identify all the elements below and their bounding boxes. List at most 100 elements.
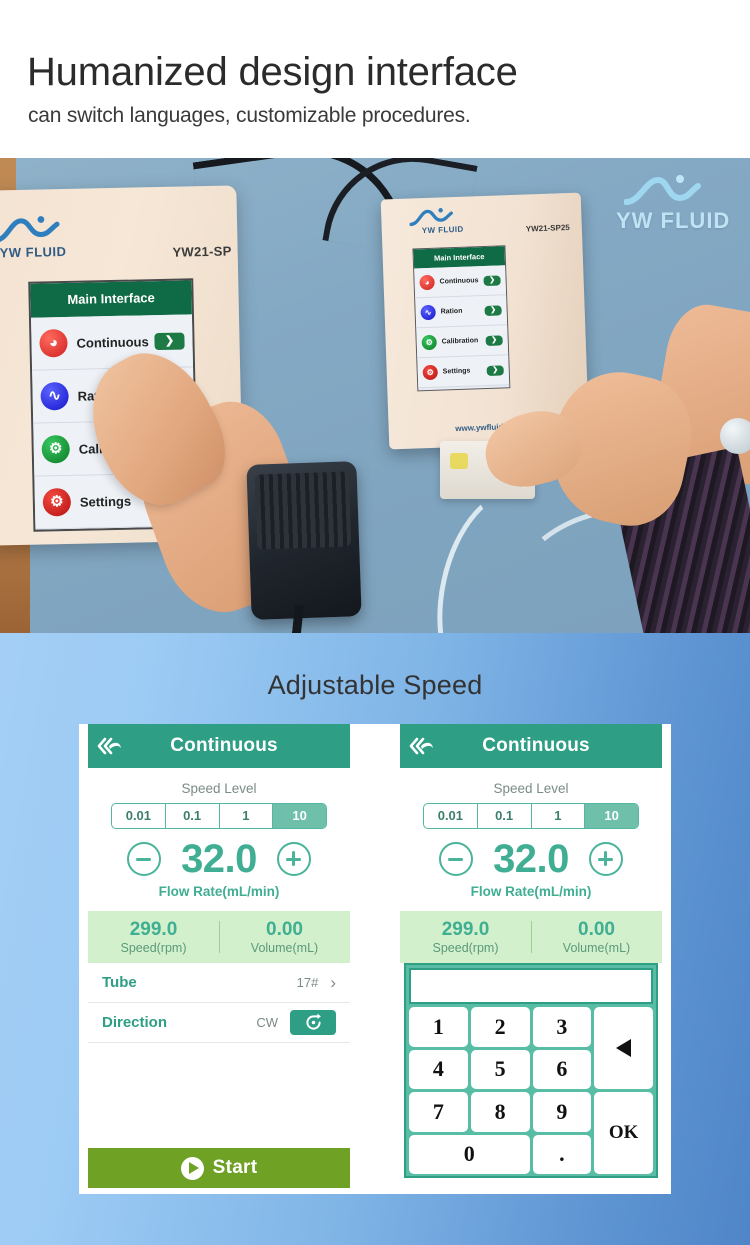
wave-icon: ∿ [40, 381, 69, 411]
numeric-keypad: 1 2 3 4 5 6 7 8 9 OK 0 . [404, 963, 658, 1178]
row-value: 17# [296, 975, 319, 990]
level-option-3[interactable]: 10 [273, 804, 326, 828]
row-direction[interactable]: Direction CW [88, 1003, 350, 1043]
panel-header-right: Continuous [400, 724, 662, 768]
drop-icon: ◕ [39, 328, 68, 358]
back-arrow-glyph [97, 737, 121, 755]
key-0[interactable]: 0 [409, 1134, 530, 1174]
level-option-0[interactable]: 0.01 [424, 804, 478, 828]
key-8[interactable]: 8 [470, 1092, 530, 1132]
key-9[interactable]: 9 [532, 1092, 592, 1132]
row-label: Direction [102, 1014, 168, 1031]
stat-key: Volume(mL) [562, 940, 631, 955]
stat-volume: 0.00 Volume(mL) [219, 919, 350, 955]
backspace-glyph [616, 1039, 632, 1057]
keypad-display[interactable] [409, 968, 653, 1004]
drop-icon: ◕ [419, 274, 435, 291]
knob [720, 418, 750, 454]
decrease-button[interactable] [127, 842, 162, 876]
foot-pedal [246, 461, 362, 620]
menu-item-ration[interactable]: ∿ Ration ❯ [415, 295, 508, 329]
key-2[interactable]: 2 [470, 1007, 530, 1047]
ui-card: Continuous Speed Level 0.01 0.1 1 10 32.… [79, 724, 671, 1194]
device-right-brand: YW FLUID [421, 224, 464, 236]
back-arrow-glyph [409, 737, 433, 755]
stats-bar-right: 299.0 Speed(rpm) 0.00 Volume(mL) [400, 911, 662, 963]
chevron-right-icon[interactable]: ❯ [485, 334, 503, 346]
screen-title-left: Main Interface [30, 280, 192, 318]
key-decimal[interactable]: . [532, 1134, 592, 1174]
menu-item-calibration[interactable]: ⚙ Calibration ❯ [416, 325, 509, 359]
gear-icon: ⚙ [42, 487, 72, 517]
panel-header-left: Continuous [88, 724, 350, 768]
level-option-2[interactable]: 1 [532, 804, 586, 828]
header-section: Humanized design interface can switch la… [0, 0, 750, 158]
decrease-button[interactable] [439, 842, 474, 876]
chevron-right-icon[interactable]: ❯ [154, 331, 185, 350]
device-right-model: YW21-SP25 [525, 222, 570, 234]
speed-level-selector[interactable]: 0.01 0.1 1 10 [111, 803, 327, 829]
panel-title: Continuous [482, 735, 590, 756]
key-5[interactable]: 5 [470, 1049, 530, 1089]
level-option-1[interactable]: 0.1 [166, 804, 220, 828]
flow-rate-value: 32.0 [493, 837, 569, 881]
chevron-right-icon[interactable]: ❯ [483, 274, 501, 286]
row-value: CW [256, 1015, 278, 1030]
level-option-1[interactable]: 0.1 [478, 804, 532, 828]
menu-item-continuous[interactable]: ◕ Continuous ❯ [414, 265, 507, 299]
gear-icon: ⚙ [421, 334, 437, 351]
chevron-right-icon[interactable]: ❯ [486, 364, 504, 376]
page-root: Humanized design interface can switch la… [0, 0, 750, 1245]
chevron-right-icon[interactable]: › [330, 973, 336, 993]
increase-button[interactable] [276, 842, 311, 876]
stat-value: 0.00 [266, 919, 303, 941]
panel-title: Continuous [170, 735, 278, 756]
back-arrow-icon[interactable] [400, 724, 444, 768]
device-right-screen: Main Interface ◕ Continuous ❯ ∿ Ration ❯… [412, 245, 511, 392]
menu-label: Continuous [439, 277, 479, 286]
level-option-0[interactable]: 0.01 [112, 804, 166, 828]
level-option-3[interactable]: 10 [585, 804, 638, 828]
watermark-logo: YW FLUID [612, 170, 742, 242]
brand-wave-icon [0, 216, 60, 243]
chevron-right-icon[interactable]: ❯ [484, 304, 502, 316]
row-tube[interactable]: Tube 17# › [88, 963, 350, 1003]
stat-value: 0.00 [578, 919, 615, 941]
device-right: YW FLUID YW21-SP25 Main Interface ◕ Cont… [380, 192, 590, 450]
rotate-glyph [305, 1013, 321, 1030]
stats-bar-left: 299.0 Speed(rpm) 0.00 Volume(mL) [88, 911, 350, 963]
start-button[interactable]: Start [88, 1148, 350, 1188]
flow-rate-stepper: 32.0 [400, 839, 662, 879]
increase-button[interactable] [588, 842, 623, 876]
flow-rate-value: 32.0 [181, 837, 257, 881]
stat-value: 299.0 [129, 919, 178, 941]
level-option-2[interactable]: 1 [220, 804, 274, 828]
gear-icon: ⚙ [41, 434, 71, 464]
key-1[interactable]: 1 [409, 1007, 468, 1047]
menu-label: Continuous [76, 333, 149, 351]
clockwise-rotate-icon[interactable] [290, 1010, 336, 1035]
key-7[interactable]: 7 [409, 1092, 468, 1132]
watermark-text: YW FLUID [616, 208, 731, 233]
key-ok[interactable]: OK [594, 1092, 653, 1174]
menu-item-settings[interactable]: ⚙ Settings ❯ [417, 355, 510, 389]
page-subtitle: can switch languages, customizable proce… [28, 104, 471, 127]
key-4[interactable]: 4 [409, 1049, 468, 1089]
stat-speed: 299.0 Speed(rpm) [88, 919, 219, 955]
backspace-arrow-icon[interactable] [594, 1007, 653, 1089]
key-3[interactable]: 3 [532, 1007, 592, 1047]
menu-label: Settings [442, 367, 471, 376]
wave-logo-icon [624, 175, 701, 205]
panel-continuous-settings: Continuous Speed Level 0.01 0.1 1 10 32.… [88, 724, 350, 1194]
adjustable-speed-section: Adjustable Speed Continuous Speed Level [0, 633, 750, 1245]
gear-icon: ⚙ [422, 364, 439, 381]
start-label: Start [212, 1157, 258, 1178]
play-icon [180, 1156, 204, 1180]
row-label: Tube [102, 974, 137, 991]
key-6[interactable]: 6 [532, 1049, 592, 1089]
back-arrow-icon[interactable] [88, 724, 132, 768]
speed-level-selector[interactable]: 0.01 0.1 1 10 [423, 803, 639, 829]
menu-label: Calibration [441, 337, 479, 346]
keypad-grid: 1 2 3 4 5 6 7 8 9 OK 0 . [409, 1007, 653, 1174]
speed-level-label: Speed Level [493, 781, 569, 796]
